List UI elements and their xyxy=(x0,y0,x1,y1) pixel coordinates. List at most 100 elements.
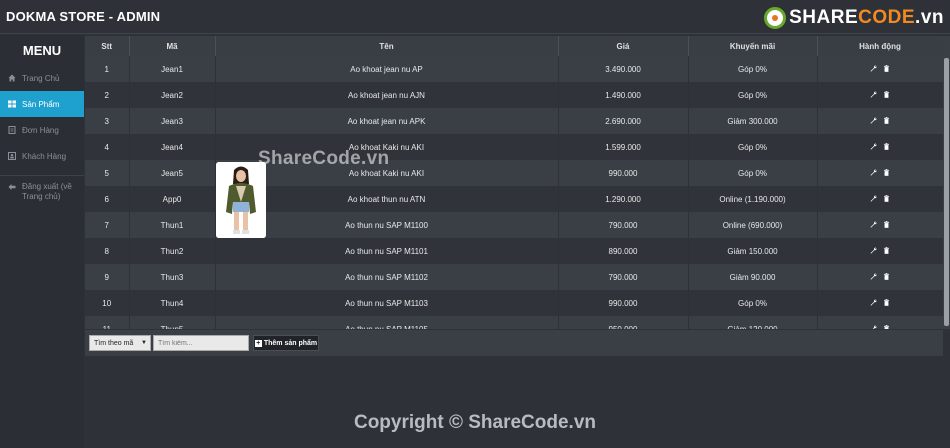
grid-icon xyxy=(8,100,16,108)
sidebar-divider xyxy=(0,175,84,176)
cell-name: Ao thun nu SAP M1100 xyxy=(215,212,559,238)
cell-price: 1.290.000 xyxy=(558,186,689,212)
delete-trash-icon[interactable] xyxy=(883,168,890,178)
edit-wrench-icon[interactable] xyxy=(870,299,877,308)
sidebar-item-customers[interactable]: Khách Hàng xyxy=(0,143,84,169)
cell-price: 890.000 xyxy=(558,238,689,264)
edit-wrench-icon[interactable] xyxy=(870,117,877,126)
cell-promotion: Giảm 300.000 xyxy=(688,108,818,134)
edit-wrench-icon[interactable] xyxy=(870,247,877,256)
delete-trash-icon[interactable] xyxy=(883,142,890,152)
table-row[interactable]: 1 Jean1 Ao khoat jean nu AP 3.490.000 Góp 0% xyxy=(85,56,943,82)
cell-code: Thun4 xyxy=(129,290,216,316)
edit-wrench-icon[interactable] xyxy=(870,273,877,282)
edit-wrench-icon[interactable] xyxy=(870,221,877,230)
cell-price: 790.000 xyxy=(558,212,689,238)
cell-stt: 1 xyxy=(85,56,130,82)
logo-text: SHARECODE.vn xyxy=(789,7,944,28)
cell-promotion: Giảm 150.000 xyxy=(688,238,818,264)
sidebar-item-label: Trang Chủ xyxy=(22,73,60,83)
cell-price: 990.000 xyxy=(558,160,689,186)
add-product-button[interactable]: + Thêm sản phẩm xyxy=(253,335,319,351)
table-row[interactable]: 7 Thun1 Ao thun nu SAP M1100 790.000 Online … xyxy=(85,212,943,238)
cell-actions xyxy=(817,212,943,238)
column-header-promotion[interactable]: Khuyến mãi xyxy=(688,36,818,56)
table-row[interactable]: 2 Jean2 Ao khoat jean nu AJN 1.490.000 Góp 0… xyxy=(85,82,943,108)
cell-price: 990.000 xyxy=(558,290,689,316)
cell-code: Jean1 xyxy=(129,56,216,82)
cell-name: Ao thun nu SAP M1103 xyxy=(215,290,559,316)
edit-wrench-icon[interactable] xyxy=(870,169,877,178)
table-row[interactable]: 11 Thun5 Ao thun nu SAP M1105 950.000 Giảm 1… xyxy=(85,316,943,329)
delete-trash-icon[interactable] xyxy=(883,272,890,282)
user-card-icon xyxy=(8,152,16,160)
sidebar-item-products[interactable]: Sản Phẩm xyxy=(0,91,84,117)
add-product-label: Thêm sản phẩm xyxy=(263,339,318,347)
edit-wrench-icon[interactable] xyxy=(870,143,877,152)
cell-actions xyxy=(817,316,943,329)
table-scrollbar[interactable] xyxy=(943,36,950,329)
edit-wrench-icon[interactable] xyxy=(870,195,877,204)
cell-actions xyxy=(817,238,943,264)
cell-code: Thun2 xyxy=(129,238,216,264)
edit-wrench-icon[interactable] xyxy=(870,65,877,74)
sidebar-item-orders[interactable]: Đơn Hàng xyxy=(0,117,84,143)
delete-trash-icon[interactable] xyxy=(883,246,890,256)
delete-trash-icon[interactable] xyxy=(883,324,890,329)
cell-promotion: Góp 0% xyxy=(688,82,818,108)
cell-code: App0 xyxy=(129,186,216,212)
delete-trash-icon[interactable] xyxy=(883,64,890,74)
app-title: DOKMA STORE - ADMIN xyxy=(6,9,161,24)
cell-stt: 8 xyxy=(85,238,130,264)
scrollbar-thumb[interactable] xyxy=(944,58,949,326)
logout-link[interactable]: Đăng xuất (về Trang chủ) xyxy=(0,182,84,202)
plus-icon: + xyxy=(254,339,262,347)
cell-actions xyxy=(817,290,943,316)
table-row[interactable]: 4 Jean4 Ao khoat Kaki nu AKI 1.599.000 Góp 0… xyxy=(85,134,943,160)
home-icon xyxy=(8,74,16,82)
table-row[interactable]: 8 Thun2 Ao thun nu SAP M1101 890.000 Giảm 15… xyxy=(85,238,943,264)
sidebar-item-label: Khách Hàng xyxy=(22,151,67,161)
cell-stt: 7 xyxy=(85,212,130,238)
cell-price: 950.000 xyxy=(558,316,689,329)
column-header-code[interactable]: Mã xyxy=(129,36,216,56)
cell-actions xyxy=(817,82,943,108)
logout-label: Đăng xuất (về Trang chủ) xyxy=(22,182,72,201)
edit-wrench-icon[interactable] xyxy=(870,325,877,329)
cell-stt: 3 xyxy=(85,108,130,134)
delete-trash-icon[interactable] xyxy=(883,194,890,204)
cell-promotion: Giảm 90.000 xyxy=(688,264,818,290)
table-row[interactable]: 6 App0 Ao khoat thun nu ATN 1.290.000 Online… xyxy=(85,186,943,212)
product-preview-image xyxy=(216,162,266,238)
cell-name: Ao khoat jean nu AP xyxy=(215,56,559,82)
column-header-name[interactable]: Tên xyxy=(215,36,559,56)
edit-wrench-icon[interactable] xyxy=(870,91,877,100)
table-row[interactable]: 10 Thun4 Ao thun nu SAP M1103 990.000 Góp 0% xyxy=(85,290,943,316)
cell-stt: 4 xyxy=(85,134,130,160)
cell-stt: 9 xyxy=(85,264,130,290)
menu-heading: MENU xyxy=(22,43,62,58)
column-header-actions: Hành động xyxy=(817,36,943,56)
delete-trash-icon[interactable] xyxy=(883,298,890,308)
table-toolbar: Tìm theo mã ▼ + Thêm sản phẩm xyxy=(85,330,943,356)
table-row[interactable]: 5 Jean5 Ao khoat Kaki nu AKI 990.000 Góp 0% xyxy=(85,160,943,186)
table-row[interactable]: 3 Jean3 Ao khoat jean nu APK 2.690.000 Giảm … xyxy=(85,108,943,134)
watermark-text: ShareCode.vn xyxy=(258,148,390,169)
delete-trash-icon[interactable] xyxy=(883,116,890,126)
search-input[interactable] xyxy=(153,335,249,351)
sidebar-item-home[interactable]: Trang Chủ xyxy=(0,65,84,91)
table-row[interactable]: 9 Thun3 Ao thun nu SAP M1102 790.000 Giảm 90… xyxy=(85,264,943,290)
cell-name: Ao khoat jean nu APK xyxy=(215,108,559,134)
delete-trash-icon[interactable] xyxy=(883,220,890,230)
table-header-row: Stt Mã Tên Giá Khuyến mãi Hành động xyxy=(85,36,943,56)
cell-price: 790.000 xyxy=(558,264,689,290)
column-header-stt[interactable]: Stt xyxy=(85,36,130,56)
delete-trash-icon[interactable] xyxy=(883,90,890,100)
cell-code: Thun3 xyxy=(129,264,216,290)
column-header-price[interactable]: Giá xyxy=(558,36,689,56)
sidebar-item-label: Sản Phẩm xyxy=(22,99,60,109)
cell-name: Ao thun nu SAP M1102 xyxy=(215,264,559,290)
cell-promotion: Online (1.190.000) xyxy=(688,186,818,212)
cell-promotion: Giảm 120.000 xyxy=(688,316,818,329)
search-filter-select[interactable]: Tìm theo mã ▼ xyxy=(89,335,151,351)
